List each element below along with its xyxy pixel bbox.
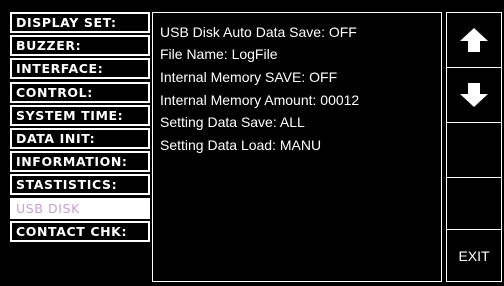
menu-item-statistics[interactable]: STASTISTICS: <box>10 174 150 196</box>
internal-memory-save-line[interactable]: Internal Memory SAVE: OFF <box>160 69 337 85</box>
menu-item-contact-chk[interactable]: CONTACT CHK: <box>10 220 150 242</box>
menu-item-usb-disk[interactable]: USB DISK <box>10 197 150 219</box>
softkey-column: EXIT <box>446 12 502 282</box>
arrow-down-icon <box>460 83 488 107</box>
setting-data-load-line[interactable]: Setting Data Load: MANU <box>160 137 321 153</box>
down-button[interactable] <box>446 67 502 123</box>
usb-disk-settings-screen: DISPLAY SET: BUZZER: INTERFACE: CONTROL:… <box>0 0 504 286</box>
softkey-blank-4[interactable] <box>446 177 502 230</box>
menu-item-information[interactable]: INFORMATION: <box>10 151 150 173</box>
internal-memory-amount-line: Internal Memory Amount: 00012 <box>160 92 360 108</box>
menu-item-data-init[interactable]: DATA INIT: <box>10 127 150 149</box>
settings-menu: DISPLAY SET: BUZZER: INTERFACE: CONTROL:… <box>10 12 150 244</box>
menu-item-control[interactable]: CONTROL: <box>10 81 150 103</box>
exit-label: EXIT <box>458 247 490 264</box>
softkey-blank-3[interactable] <box>446 122 502 178</box>
up-button[interactable] <box>446 12 502 68</box>
usb-disk-info-panel: USB Disk Auto Data Save: OFF File Name: … <box>152 12 442 282</box>
setting-data-save-line[interactable]: Setting Data Save: ALL <box>160 114 305 130</box>
usb-auto-save-line[interactable]: USB Disk Auto Data Save: OFF <box>160 24 357 40</box>
menu-item-system-time[interactable]: SYSTEM TIME: <box>10 104 150 126</box>
menu-item-buzzer[interactable]: BUZZER: <box>10 35 150 57</box>
menu-item-display-set[interactable]: DISPLAY SET: <box>10 12 150 33</box>
menu-item-interface[interactable]: INTERFACE: <box>10 58 150 80</box>
arrow-up-icon <box>460 28 488 52</box>
exit-button[interactable]: EXIT <box>446 229 502 282</box>
file-name-line[interactable]: File Name: LogFile <box>160 46 278 62</box>
